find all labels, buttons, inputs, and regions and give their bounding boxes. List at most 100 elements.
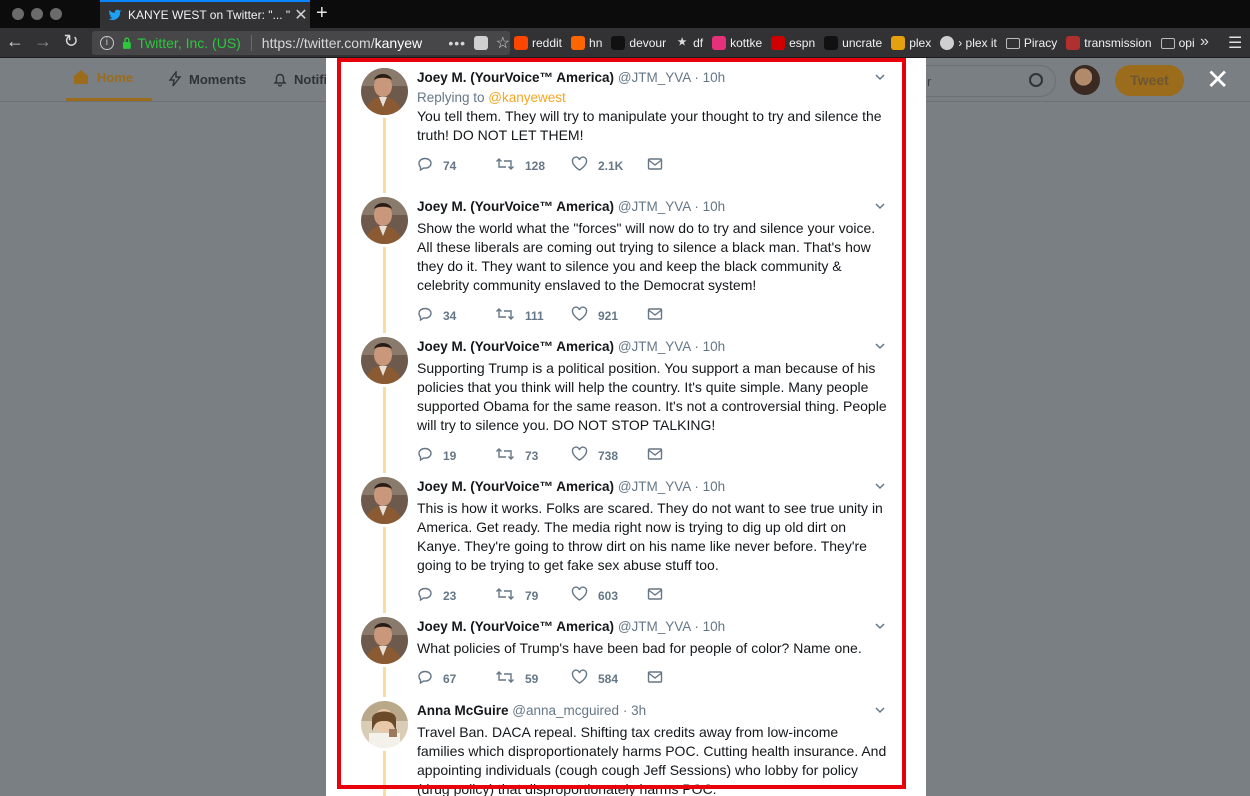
direct-message-button[interactable] [647, 157, 673, 174]
author-name[interactable]: Joey M. (YourVoice™ America) [417, 339, 614, 354]
bookmark-item[interactable]: opi [1160, 36, 1195, 50]
like-button[interactable]: 584 [571, 669, 647, 688]
author-avatar[interactable] [361, 337, 408, 384]
tweet-timestamp[interactable]: · 10h [694, 619, 725, 634]
new-tab-button[interactable]: + [316, 2, 328, 25]
globe-icon [940, 36, 955, 50]
nav-home[interactable]: Home [72, 68, 133, 86]
reply-mention-link[interactable]: @kanyewest [488, 90, 566, 105]
author-avatar[interactable] [361, 617, 408, 664]
like-button[interactable]: 603 [571, 586, 647, 605]
bookmark-item[interactable]: espn [771, 36, 815, 50]
direct-message-button[interactable] [647, 447, 673, 464]
tweet-text: Show the world what the "forces" will no… [417, 220, 876, 293]
active-tab[interactable]: KANYE WEST on Twitter: "... " ✕ [100, 0, 310, 28]
author-avatar[interactable] [361, 701, 408, 748]
retweet-count: 59 [525, 671, 539, 686]
direct-message-button[interactable] [647, 670, 673, 687]
reply-button[interactable]: 19 [417, 446, 495, 465]
reply-button[interactable]: 74 [417, 156, 495, 175]
bookmark-item[interactable]: reddit [514, 36, 562, 50]
bookmark-star-icon[interactable]: ☆ [496, 33, 510, 53]
pocket-icon[interactable] [474, 36, 488, 50]
retweet-button[interactable]: 59 [495, 669, 571, 688]
author-avatar[interactable] [361, 197, 408, 244]
author-name[interactable]: Joey M. (YourVoice™ America) [417, 199, 614, 214]
author-name[interactable]: Joey M. (YourVoice™ America) [417, 619, 614, 634]
bookmark-item[interactable]: devour [611, 36, 666, 50]
site-info-icon[interactable]: i [100, 36, 114, 50]
bookmark-item[interactable]: Piracy [1005, 36, 1057, 50]
tweet-header: Anna McGuire @anna_mcguired · 3h [417, 701, 887, 721]
window-zoom-button[interactable] [50, 8, 62, 20]
author-name[interactable]: Joey M. (YourVoice™ America) [417, 479, 614, 494]
author-handle[interactable]: @JTM_YVA [618, 199, 691, 214]
author-handle[interactable]: @JTM_YVA [618, 70, 691, 85]
like-button[interactable]: 2.1K [571, 156, 647, 175]
nav-moments-label: Moments [189, 71, 247, 87]
retweet-count: 73 [525, 448, 539, 463]
menu-icon[interactable]: ☰ [1228, 33, 1242, 53]
author-handle[interactable]: @anna_mcguired [512, 703, 619, 718]
author-handle[interactable]: @JTM_YVA [618, 339, 691, 354]
reply-icon [417, 446, 443, 465]
window-minimize-button[interactable] [31, 8, 43, 20]
chevron-down-icon[interactable] [875, 481, 885, 491]
hn-icon [571, 36, 586, 50]
reply-icon [417, 586, 443, 605]
author-name[interactable]: Joey M. (YourVoice™ America) [417, 70, 614, 85]
url-bar[interactable]: i Twitter, Inc. (US) https://twitter.com… [92, 31, 510, 55]
chevron-down-icon[interactable] [875, 341, 885, 351]
author-avatar[interactable] [361, 68, 408, 115]
reload-icon[interactable]: ↻ [56, 31, 86, 52]
direct-message-button[interactable] [647, 587, 673, 604]
like-button[interactable]: 921 [571, 306, 647, 325]
bookmark-item[interactable]: uncrate [824, 36, 882, 50]
back-arrow-icon[interactable]: ← [0, 31, 30, 52]
window-close-button[interactable] [12, 8, 24, 20]
bookmarks-overflow-icon[interactable]: » [1200, 33, 1209, 51]
user-avatar[interactable] [1070, 65, 1100, 95]
page-actions-icon[interactable]: ••• [448, 35, 466, 51]
overlay-close-icon[interactable]: ✕ [1206, 66, 1229, 94]
tab-close-icon[interactable]: ✕ [292, 5, 310, 25]
reply-button[interactable]: 23 [417, 586, 495, 605]
bookmark-item[interactable]: › plex it [940, 36, 997, 50]
tweet-button[interactable]: Tweet [1115, 65, 1184, 96]
bookmark-item[interactable]: ★ df [675, 36, 704, 50]
chevron-down-icon[interactable] [875, 72, 885, 82]
retweet-button[interactable]: 111 [495, 306, 571, 325]
bookmark-item[interactable]: transmission [1066, 36, 1152, 50]
retweet-button[interactable]: 73 [495, 446, 571, 465]
chevron-down-icon[interactable] [875, 201, 885, 211]
chevron-down-icon[interactable] [875, 621, 885, 631]
tweet-text: This is how it works. Folks are scared. … [417, 500, 883, 573]
author-avatar[interactable] [361, 477, 408, 524]
author-handle[interactable]: @JTM_YVA [618, 479, 691, 494]
url-text[interactable]: https://twitter.com/kanyew [262, 35, 443, 51]
bookmark-item[interactable]: hn [571, 36, 602, 50]
author-handle[interactable]: @JTM_YVA [618, 619, 691, 634]
forward-arrow-icon[interactable]: → [28, 31, 58, 52]
chevron-down-icon[interactable] [875, 705, 885, 715]
author-name[interactable]: Anna McGuire [417, 703, 509, 718]
nav-moments[interactable]: Moments [168, 71, 246, 87]
tweet-header: Joey M. (YourVoice™ America) @JTM_YVA · … [417, 337, 887, 357]
bookmark-item[interactable]: plex [891, 36, 931, 50]
reply-button[interactable]: 67 [417, 669, 495, 688]
bookmark-item[interactable]: kottke [712, 36, 762, 50]
search-input[interactable]: r [906, 65, 1056, 97]
retweet-button[interactable]: 128 [495, 156, 571, 175]
reply-prefix: Replying to [417, 90, 489, 105]
search-icon[interactable] [1029, 73, 1043, 87]
retweet-button[interactable]: 79 [495, 586, 571, 605]
tweet-timestamp[interactable]: · 10h [694, 70, 725, 85]
reply-button[interactable]: 34 [417, 306, 495, 325]
tweet-timestamp[interactable]: · 3h [623, 703, 646, 718]
like-button[interactable]: 738 [571, 446, 647, 465]
tweet-timestamp[interactable]: · 10h [694, 339, 725, 354]
nav-notifications[interactable]: Notifi [272, 71, 327, 87]
direct-message-button[interactable] [647, 307, 673, 324]
tweet-timestamp[interactable]: · 10h [694, 199, 725, 214]
tweet-timestamp[interactable]: · 10h [694, 479, 725, 494]
